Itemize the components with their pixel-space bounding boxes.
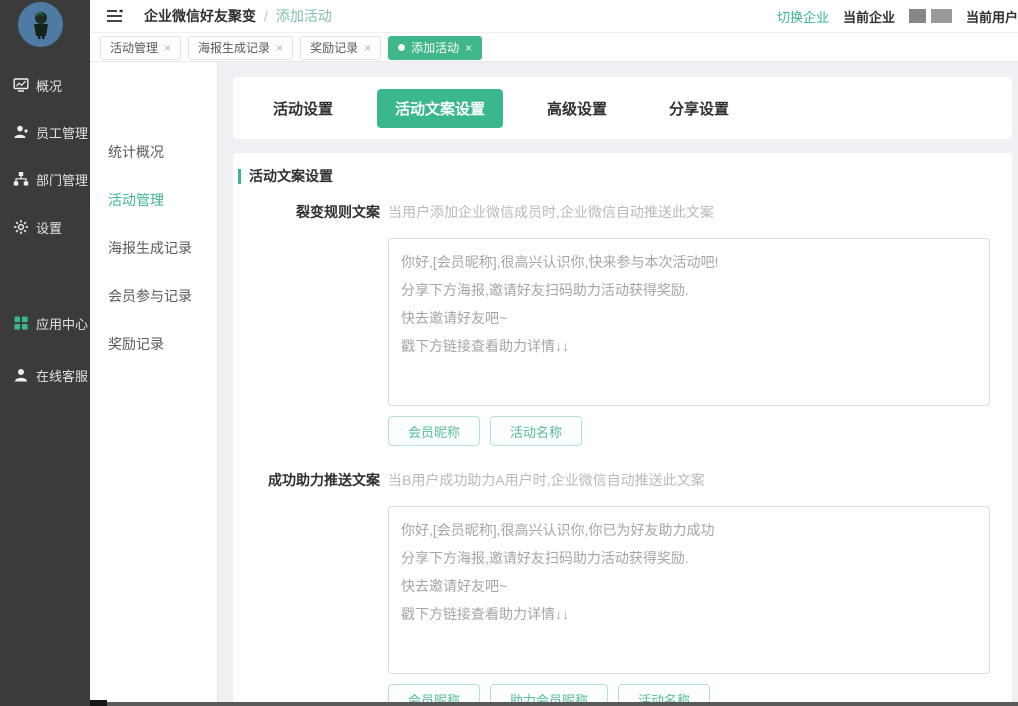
close-icon[interactable]: × [364,41,371,55]
section-title-text: 活动文案设置 [249,166,333,186]
form-row-assist-success-copy: 成功助力推送文案 当B用户成功助力A用户时,企业微信自动推送此文案 你好,[会员… [238,470,992,706]
breadcrumb-current: 添加活动 [276,6,332,26]
sidebar-item-label: 概况 [36,76,62,95]
field-content: 当用户添加企业微信成员时,企业微信自动推送此文案 你好,[会员昵称],很高兴认识… [388,202,992,446]
sidebar-item-label: 员工管理 [36,123,88,142]
breadcrumb: 企业微信好友聚变 / 添加活动 [144,6,332,26]
sidebar-item-app-center[interactable]: 应用中心 [0,313,90,333]
insert-activity-name-button[interactable]: 活动名称 [490,416,582,446]
main-content: 活动设置 活动文案设置 高级设置 分享设置 活动文案设置 裂变规则文案 当用户添… [218,62,1018,706]
section-accent-bar [238,169,241,184]
open-tabs-bar: 活动管理 × 海报生成记录 × 奖励记录 × 添加活动 × [90,34,1018,62]
tab-label: 添加活动 [411,39,459,56]
subnav-item-activity-management[interactable]: 活动管理 [108,190,164,210]
content-tabs-card: 活动设置 活动文案设置 高级设置 分享设置 [233,77,1012,139]
sidebar-item-overview[interactable]: 概况 [0,75,90,95]
subnav-item-member-participation[interactable]: 会员参与记录 [108,286,192,306]
sidebar-item-label: 在线客服 [36,366,88,385]
tab-advanced-settings[interactable]: 高级设置 [529,89,625,128]
field-label: 成功助力推送文案 [238,470,388,706]
sidebar-item-label: 设置 [36,218,62,237]
subnav-item-reward-records[interactable]: 奖励记录 [108,334,164,354]
sidebar-item-online-support[interactable]: 在线客服 [0,365,90,385]
cutoff-window-edge [90,702,1018,706]
close-icon[interactable]: × [164,41,171,55]
field-content: 当B用户成功助力A用户时,企业微信自动推送此文案 你好,[会员昵称],很高兴认识… [388,470,992,706]
breadcrumb-separator: / [264,8,268,24]
insert-member-nickname-button[interactable]: 会员昵称 [388,416,480,446]
subnav-item-statistics[interactable]: 统计概况 [108,142,164,162]
tab-reward-records[interactable]: 奖励记录 × [300,36,381,60]
tab-label: 活动管理 [110,39,158,56]
menu-collapse-icon[interactable] [106,8,124,24]
form-card: 活动文案设置 裂变规则文案 当用户添加企业微信成员时,企业微信自动推送此文案 你… [233,153,1012,706]
tab-share-settings[interactable]: 分享设置 [651,89,747,128]
sidebar-item-label: 应用中心 [36,314,88,333]
gear-icon [13,219,29,235]
mascot-logo-icon [28,10,54,40]
current-user-label: 当前用户 [966,7,1018,26]
primary-sidebar: 概况 员工管理 部门管理 设置 应用中心 [0,0,90,706]
tab-label: 奖励记录 [310,39,358,56]
assist-success-copy-textarea[interactable]: 你好,[会员昵称],很高兴认识你,你已为好友助力成功 分享下方海报,邀请好友扫码… [388,506,990,674]
tab-activity-settings[interactable]: 活动设置 [255,89,351,128]
switch-company-link[interactable]: 切换企业 [777,7,829,26]
sidebar-item-departments[interactable]: 部门管理 [0,169,90,189]
sidebar-item-label: 部门管理 [36,170,88,189]
close-icon[interactable]: × [465,41,472,55]
sidebar-item-employees[interactable]: 员工管理 [0,122,90,142]
field-hint: 当B用户成功助力A用户时,企业微信自动推送此文案 [388,470,992,490]
breadcrumb-root[interactable]: 企业微信好友聚变 [144,6,256,26]
apps-grid-icon [13,315,29,331]
tab-label: 海报生成记录 [198,39,270,56]
tab-activity-management[interactable]: 活动管理 × [100,36,181,60]
section-title: 活动文案设置 [238,166,992,186]
overview-icon [13,77,29,93]
tab-poster-records[interactable]: 海报生成记录 × [188,36,293,60]
form-row-fission-rule-copy: 裂变规则文案 当用户添加企业微信成员时,企业微信自动推送此文案 你好,[会员昵称… [238,202,992,446]
current-company-label: 当前企业 [843,7,895,26]
field-label: 裂变规则文案 [238,202,388,446]
support-agent-icon [13,367,29,383]
active-dot-icon [398,44,405,51]
sidebar-item-settings[interactable]: 设置 [0,217,90,237]
insert-tag-buttons: 会员昵称 活动名称 [388,416,992,446]
close-icon[interactable]: × [276,41,283,55]
redacted-company-name [909,9,952,23]
department-icon [13,171,29,187]
tab-activity-copy-settings[interactable]: 活动文案设置 [377,89,503,128]
tab-add-activity[interactable]: 添加活动 × [388,36,482,60]
fission-rule-copy-textarea[interactable]: 你好,[会员昵称],很高兴认识你,快来参与本次活动吧! 分享下方海报,邀请好友扫… [388,238,990,406]
field-hint: 当用户添加企业微信成员时,企业微信自动推送此文案 [388,202,992,222]
employee-icon [13,124,29,140]
app-window: 概况 员工管理 部门管理 设置 应用中心 [0,0,1018,706]
header: 企业微信好友聚变 / 添加活动 切换企业 当前企业 当前用户 [90,0,1018,33]
secondary-sidebar: 统计概况 活动管理 海报生成记录 会员参与记录 奖励记录 [90,62,218,706]
avatar[interactable] [18,2,63,47]
subnav-item-poster-records[interactable]: 海报生成记录 [108,238,192,258]
header-right: 切换企业 当前企业 当前用户 [777,7,1018,26]
